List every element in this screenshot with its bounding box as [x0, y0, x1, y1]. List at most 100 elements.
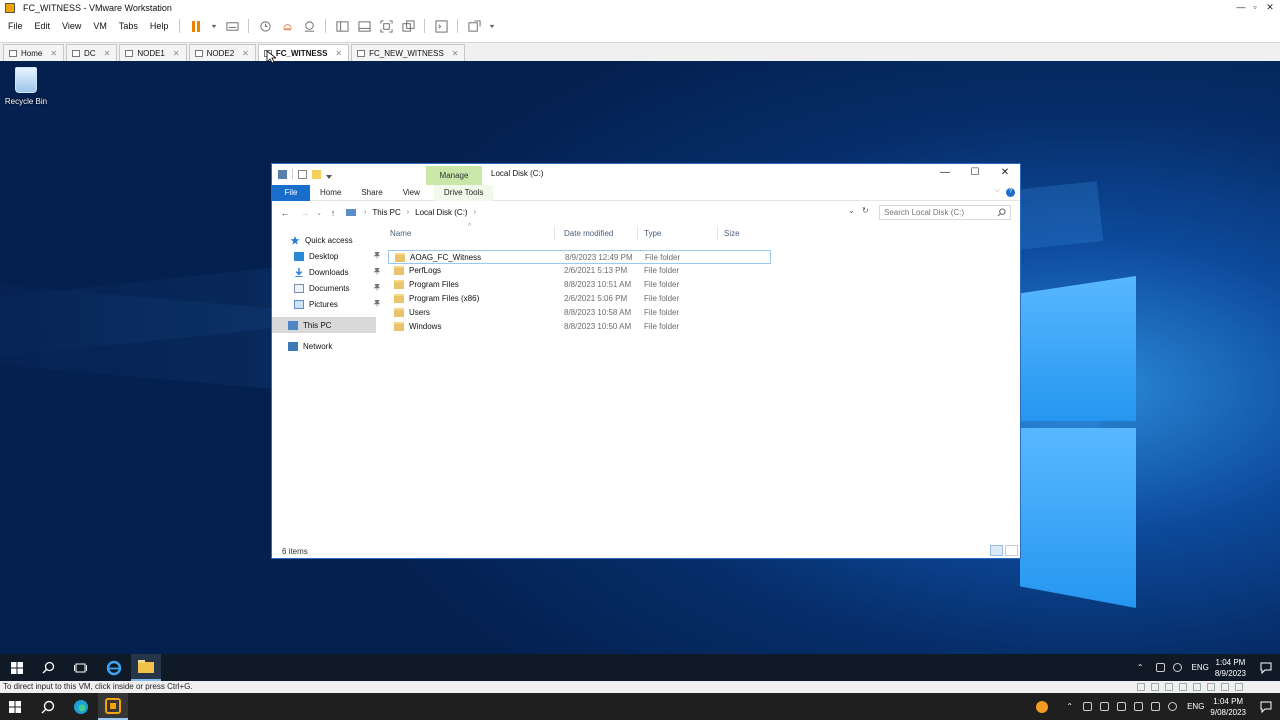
microphone-tray-icon[interactable] — [1134, 702, 1144, 711]
tab-node2[interactable]: NODE2 ✕ — [188, 44, 256, 61]
breadcrumb-local-disk[interactable]: Local Disk (C:) — [415, 208, 467, 217]
notifications-icon[interactable] — [1260, 662, 1272, 674]
menu-help[interactable]: Help — [144, 21, 175, 31]
guest-file-explorer-button[interactable] — [131, 654, 161, 681]
network-adapter-device-icon[interactable] — [1165, 683, 1173, 691]
column-divider[interactable] — [637, 226, 638, 240]
address-dropdown-icon[interactable]: ⌄ — [848, 206, 855, 215]
file-row[interactable]: Program Files (x86) 2/6/2021 5:06 PM Fil… — [388, 292, 771, 306]
menu-file[interactable]: File — [0, 21, 29, 31]
column-header-date-modified[interactable]: Date modified — [564, 229, 613, 238]
tab-home[interactable]: Home ✕ — [3, 44, 65, 61]
recent-locations-chevron-icon[interactable]: ⌄ — [312, 209, 326, 217]
tab-close-icon[interactable]: ✕ — [104, 49, 111, 58]
network-tray-icon[interactable] — [1151, 702, 1161, 711]
ribbon-tab-view[interactable]: View — [393, 185, 430, 201]
volume-tray-icon[interactable] — [1172, 663, 1182, 672]
column-header-type[interactable]: Type — [644, 229, 661, 238]
tab-dc[interactable]: DC ✕ — [66, 44, 118, 61]
power-dropdown-icon[interactable] — [210, 18, 218, 34]
show-hidden-icons-icon[interactable]: ⌃ — [1066, 702, 1073, 711]
nav-downloads[interactable]: Downloads — [272, 264, 382, 280]
stretch-guest-button[interactable] — [466, 18, 482, 34]
tab-close-icon[interactable]: ✕ — [50, 49, 57, 58]
tab-close-icon[interactable]: ✕ — [173, 49, 180, 58]
ribbon-tab-share[interactable]: Share — [351, 185, 392, 201]
notifications-icon[interactable] — [1260, 701, 1272, 713]
menu-vm[interactable]: VM — [87, 21, 113, 31]
back-arrow-icon[interactable]: ← — [278, 208, 292, 218]
ribbon-tab-file[interactable]: File — [272, 184, 310, 201]
hard-disk-device-icon[interactable] — [1137, 683, 1145, 691]
column-divider[interactable] — [717, 226, 718, 240]
guest-ie-button[interactable] — [99, 654, 129, 681]
send-ctrl-alt-del-button[interactable] — [224, 18, 240, 34]
host-language-indicator[interactable]: ENG — [1187, 702, 1204, 711]
customize-qat-icon[interactable] — [326, 170, 332, 179]
cd-device-icon[interactable] — [1151, 683, 1159, 691]
snapshot-manager-button[interactable] — [301, 18, 317, 34]
refresh-icon[interactable]: ↻ — [862, 206, 869, 215]
ribbon-tab-drive-tools[interactable]: Drive Tools — [433, 184, 494, 201]
file-row[interactable]: AOAG_FC_Witness 8/9/2023 12:49 PM File f… — [388, 250, 771, 264]
large-icons-view-icon[interactable] — [1005, 545, 1018, 556]
breadcrumb-separator[interactable]: › — [407, 209, 409, 216]
file-row[interactable]: Windows 8/8/2023 10:50 AM File folder — [388, 320, 771, 334]
host-start-button[interactable] — [0, 693, 30, 720]
tab-close-icon[interactable]: ✕ — [452, 49, 459, 58]
cloud-tray-icon[interactable] — [1100, 702, 1110, 711]
show-hidden-icons-icon[interactable]: ⌃ — [1137, 663, 1144, 672]
guest-start-button[interactable] — [2, 654, 32, 681]
up-arrow-icon[interactable]: ↑ — [326, 208, 340, 218]
ribbon-tab-home[interactable]: Home — [310, 185, 351, 201]
nav-this-pc[interactable]: This PC — [272, 317, 376, 333]
file-row[interactable]: PerfLogs 2/6/2021 5:13 PM File folder — [388, 264, 771, 278]
tab-fc-new-witness[interactable]: FC_NEW_WITNESS ✕ — [351, 44, 466, 61]
console-view-button[interactable] — [433, 18, 449, 34]
details-view-icon[interactable] — [990, 545, 1003, 556]
thumbnail-view-button[interactable] — [356, 18, 372, 34]
printer-device-icon[interactable] — [1207, 683, 1215, 691]
pause-vm-button[interactable] — [188, 18, 204, 34]
full-screen-button[interactable] — [378, 18, 394, 34]
nav-desktop[interactable]: Desktop — [272, 248, 382, 264]
file-explorer-window[interactable]: Manage Local Disk (C:) — ☐ ✕ File Home S… — [271, 163, 1021, 559]
menu-edit[interactable]: Edit — [29, 21, 57, 31]
unity-button[interactable] — [400, 18, 416, 34]
guest-language-indicator[interactable]: ENG — [1192, 663, 1209, 672]
guest-clock[interactable]: 1:04 PM 8/9/2023 — [1215, 657, 1246, 679]
nav-quick-access[interactable]: Quick access — [272, 232, 382, 248]
column-header-name[interactable]: Name — [390, 229, 411, 238]
menu-tabs[interactable]: Tabs — [113, 21, 144, 31]
network-tray-icon[interactable] — [1155, 663, 1165, 672]
host-search-button[interactable] — [33, 693, 63, 720]
host-clock[interactable]: 1:04 PM 9/08/2023 — [1210, 696, 1246, 718]
file-list-pane[interactable]: ^ Name Date modified Type Size AOAG_FC_W… — [382, 222, 1020, 542]
host-vmware-button[interactable] — [98, 693, 128, 720]
nav-network[interactable]: Network — [272, 338, 382, 354]
file-row[interactable]: Program Files 8/8/2023 10:51 AM File fol… — [388, 278, 771, 292]
explorer-maximize-button[interactable]: ☐ — [966, 167, 984, 178]
properties-icon[interactable] — [298, 169, 307, 179]
manage-contextual-tab[interactable]: Manage — [426, 166, 482, 185]
volume-tray-icon[interactable] — [1168, 702, 1178, 711]
sound-device-icon[interactable] — [1193, 683, 1201, 691]
file-row[interactable]: Users 8/8/2023 10:58 AM File folder — [388, 306, 771, 320]
expand-ribbon-icon[interactable]: ⌵ — [995, 187, 1000, 195]
recycle-bin-desktop-icon[interactable]: Recycle Bin — [4, 67, 48, 106]
message-device-icon[interactable] — [1235, 683, 1243, 691]
help-icon[interactable]: ? — [1006, 188, 1015, 197]
breadcrumb-this-pc[interactable]: This PC — [372, 208, 400, 217]
breadcrumb-separator[interactable]: › — [474, 209, 476, 216]
guest-task-view-button[interactable] — [65, 654, 95, 681]
close-button[interactable]: ✕ — [1261, 0, 1279, 15]
column-divider[interactable] — [554, 226, 555, 240]
new-folder-icon[interactable] — [312, 169, 321, 179]
search-input[interactable]: Search Local Disk (C:) — [879, 205, 1011, 220]
usb-device-icon[interactable] — [1179, 683, 1187, 691]
host-edge-button[interactable] — [66, 693, 96, 720]
nav-pictures[interactable]: Pictures — [272, 296, 382, 312]
address-bar[interactable]: › This PC › Local Disk (C:) › — [342, 204, 858, 220]
tab-close-icon[interactable]: ✕ — [335, 49, 342, 58]
explorer-minimize-button[interactable]: — — [936, 167, 954, 178]
